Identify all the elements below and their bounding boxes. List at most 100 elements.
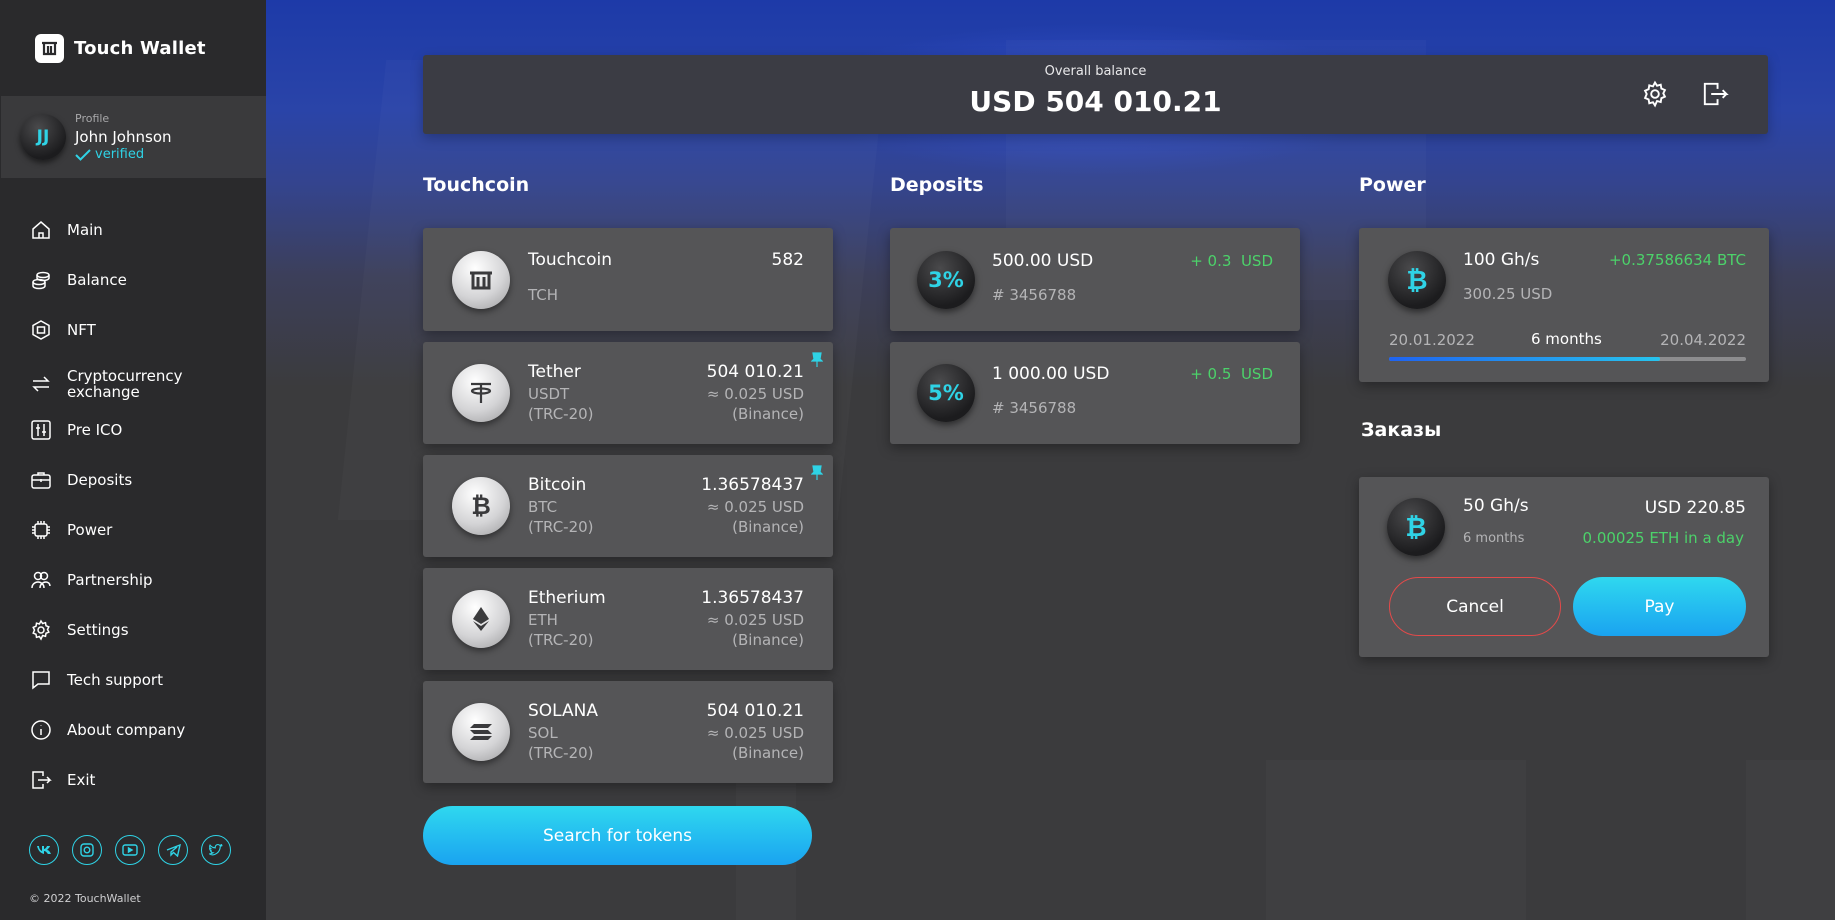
nav-item-main[interactable]: Main bbox=[29, 218, 217, 242]
power-progress-track bbox=[1389, 357, 1746, 361]
solana-icon bbox=[452, 703, 510, 761]
instagram-icon[interactable] bbox=[72, 835, 102, 865]
pin-icon[interactable] bbox=[811, 352, 823, 368]
nav-item-partnership[interactable]: Partnership bbox=[29, 568, 217, 592]
token-symbol: USDT bbox=[528, 385, 570, 403]
token-symbol: SOL bbox=[528, 724, 558, 742]
orders-title: Заказы bbox=[1361, 419, 1442, 441]
order-price: USD 220.85 bbox=[1644, 498, 1746, 518]
nav-label: Balance bbox=[67, 271, 127, 289]
nft-icon bbox=[29, 318, 53, 342]
power-start-date: 20.01.2022 bbox=[1389, 331, 1475, 349]
vk-icon[interactable] bbox=[29, 835, 59, 865]
deposits-title: Deposits bbox=[890, 174, 984, 196]
avatar: JJ bbox=[20, 114, 66, 160]
deposit-gain: + 0.5 USD bbox=[1190, 365, 1273, 383]
cancel-button[interactable]: Cancel bbox=[1389, 577, 1561, 636]
deposit-id: # 3456788 bbox=[992, 399, 1077, 417]
info-icon bbox=[29, 718, 53, 742]
nav-label: NFT bbox=[67, 321, 96, 339]
partnership-icon bbox=[29, 568, 53, 592]
token-approx: ≈ 0.025 USD bbox=[706, 611, 804, 629]
token-card-solana[interactable]: SOLANA SOL (TRC-20) 504 010.21 ≈ 0.025 U… bbox=[423, 681, 833, 783]
order-hashrate: 50 Gh/s bbox=[1463, 496, 1529, 516]
power-end-date: 20.04.2022 bbox=[1660, 331, 1746, 349]
token-card-etherium[interactable]: Etherium ETH (TRC-20) 1.36578437 ≈ 0.025… bbox=[423, 568, 833, 670]
touch-wallet-logo-icon bbox=[35, 34, 64, 63]
bitcoin-icon: ₿ bbox=[452, 477, 510, 535]
power-cost: 300.25 USD bbox=[1463, 285, 1553, 303]
gear-icon bbox=[1643, 80, 1667, 108]
nav-item-exit[interactable]: Exit bbox=[29, 768, 217, 792]
header-bar: Overall balance USD 504 010.21 bbox=[423, 55, 1768, 134]
nav-label: About company bbox=[67, 721, 186, 739]
nav-item-about[interactable]: About company bbox=[29, 718, 217, 742]
settings-button[interactable] bbox=[1636, 75, 1674, 113]
nav-item-nft[interactable]: NFT bbox=[29, 318, 217, 342]
pin-icon[interactable] bbox=[811, 465, 823, 481]
power-card[interactable]: ₿ 100 Gh/s 300.25 USD +0.37586634 BTC 20… bbox=[1359, 228, 1769, 382]
token-amount: 504 010.21 bbox=[706, 362, 804, 382]
youtube-icon[interactable] bbox=[115, 835, 145, 865]
nav-label: Main bbox=[67, 221, 103, 239]
nav-item-deposits[interactable]: Deposits bbox=[29, 468, 217, 492]
nav-label: Settings bbox=[67, 621, 129, 639]
nav-item-exchange[interactable]: Cryptocurrency exchange bbox=[29, 368, 217, 400]
token-card-bitcoin[interactable]: ₿ Bitcoin BTC (TRC-20) 1.36578437 ≈ 0.02… bbox=[423, 455, 833, 557]
nav-item-tech-support[interactable]: Tech support bbox=[29, 668, 217, 692]
profile-card[interactable]: JJ Profile John Johnson verified bbox=[1, 96, 268, 178]
token-approx: ≈ 0.025 USD bbox=[706, 385, 804, 403]
copyright: © 2022 TouchWallet bbox=[29, 892, 141, 905]
order-card[interactable]: ₿ 50 Gh/s 6 months USD 220.85 0.00025 ET… bbox=[1359, 477, 1769, 657]
exchange-icon bbox=[29, 372, 53, 396]
deposit-card[interactable]: 3% 500.00 USD # 3456788 + 0.3 USD bbox=[890, 228, 1300, 331]
search-tokens-button[interactable]: Search for tokens bbox=[423, 806, 812, 865]
nav-item-power[interactable]: Power bbox=[29, 518, 217, 542]
touchcoin-card[interactable]: Touchcoin TCH 582 bbox=[423, 228, 833, 331]
power-reward: +0.37586634 BTC bbox=[1608, 251, 1746, 269]
token-name: SOLANA bbox=[528, 701, 599, 721]
token-exchange: (Binance) bbox=[732, 518, 804, 536]
token-card-tether[interactable]: Tether USDT (TRC-20) 504 010.21 ≈ 0.025 … bbox=[423, 342, 833, 444]
exit-icon bbox=[1703, 82, 1729, 106]
logout-button[interactable] bbox=[1696, 75, 1734, 113]
brand[interactable]: Touch Wallet bbox=[35, 34, 206, 63]
nav-item-settings[interactable]: Settings bbox=[29, 618, 217, 642]
balance-caption: Overall balance bbox=[1044, 64, 1147, 79]
verified-status: verified bbox=[95, 147, 145, 162]
token-network: (TRC-20) bbox=[528, 744, 594, 762]
home-icon bbox=[29, 218, 53, 242]
token-approx: ≈ 0.025 USD bbox=[706, 724, 804, 742]
nav-label: Exit bbox=[67, 771, 96, 789]
token-symbol: TCH bbox=[528, 286, 559, 304]
token-network: (TRC-20) bbox=[528, 518, 594, 536]
briefcase-icon bbox=[29, 468, 53, 492]
tether-icon bbox=[452, 364, 510, 422]
gear-icon bbox=[29, 618, 53, 642]
telegram-icon[interactable] bbox=[158, 835, 188, 865]
chip-icon bbox=[29, 518, 53, 542]
deposit-gain: + 0.3 USD bbox=[1190, 252, 1273, 270]
power-duration: 6 months bbox=[1531, 330, 1602, 348]
checkmark-icon bbox=[75, 148, 91, 161]
twitter-icon[interactable] bbox=[201, 835, 231, 865]
deposit-amount: 1 000.00 USD bbox=[992, 364, 1110, 384]
chat-icon bbox=[29, 668, 53, 692]
token-amount: 582 bbox=[771, 250, 804, 270]
power-title: Power bbox=[1359, 174, 1426, 196]
deposit-card[interactable]: 5% 1 000.00 USD # 3456788 + 0.5 USD bbox=[890, 342, 1300, 444]
deposit-rate-badge: 3% bbox=[917, 251, 975, 309]
token-amount: 1.36578437 bbox=[701, 475, 804, 495]
exit-icon bbox=[29, 768, 53, 792]
pay-button[interactable]: Pay bbox=[1573, 577, 1746, 636]
power-progress-fill bbox=[1389, 357, 1661, 361]
order-daily-yield: 0.00025 ETH in a day bbox=[1582, 529, 1744, 547]
nav-item-pre-ico[interactable]: Pre ICO bbox=[29, 418, 217, 442]
sidebar: Touch Wallet JJ Profile John Johnson ver… bbox=[0, 0, 268, 920]
pre-ico-icon bbox=[29, 418, 53, 442]
social-links bbox=[29, 835, 231, 865]
nav-label: Deposits bbox=[67, 471, 133, 489]
nav-item-balance[interactable]: Balance bbox=[29, 268, 217, 292]
token-approx: ≈ 0.025 USD bbox=[706, 498, 804, 516]
deposit-amount: 500.00 USD bbox=[992, 251, 1094, 271]
